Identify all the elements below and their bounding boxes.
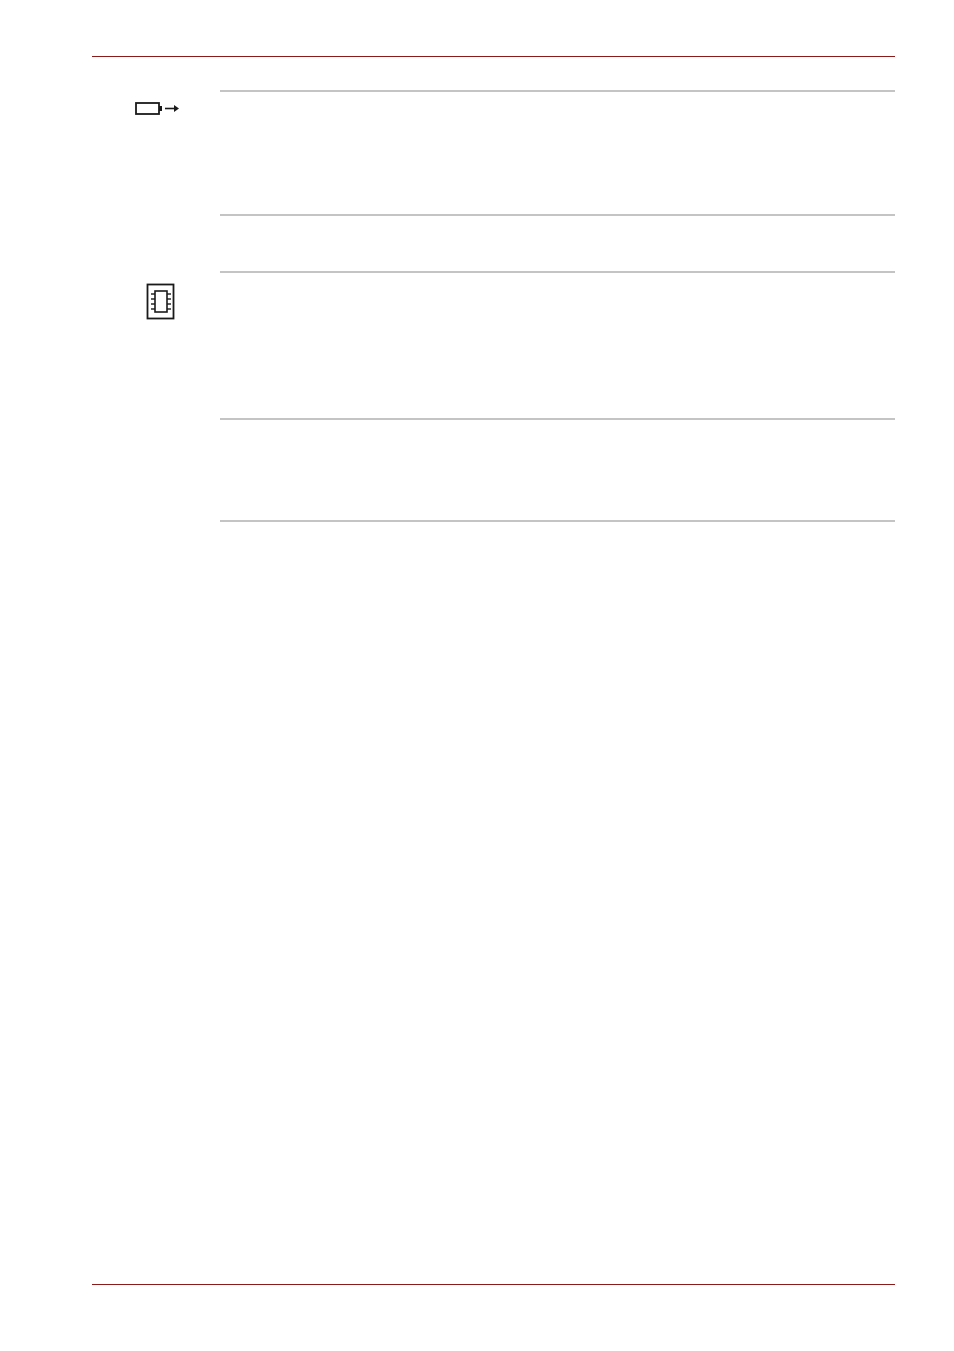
header-rule xyxy=(92,56,895,57)
table-row-divider xyxy=(220,520,895,522)
footer-rule xyxy=(92,1284,895,1285)
memory-chip-icon xyxy=(146,283,175,320)
table-row-divider xyxy=(220,271,895,273)
table-row-divider xyxy=(220,214,895,216)
battery-out-arrow-icon xyxy=(135,102,179,115)
table-row-divider xyxy=(220,418,895,420)
table-row-divider xyxy=(220,90,895,92)
